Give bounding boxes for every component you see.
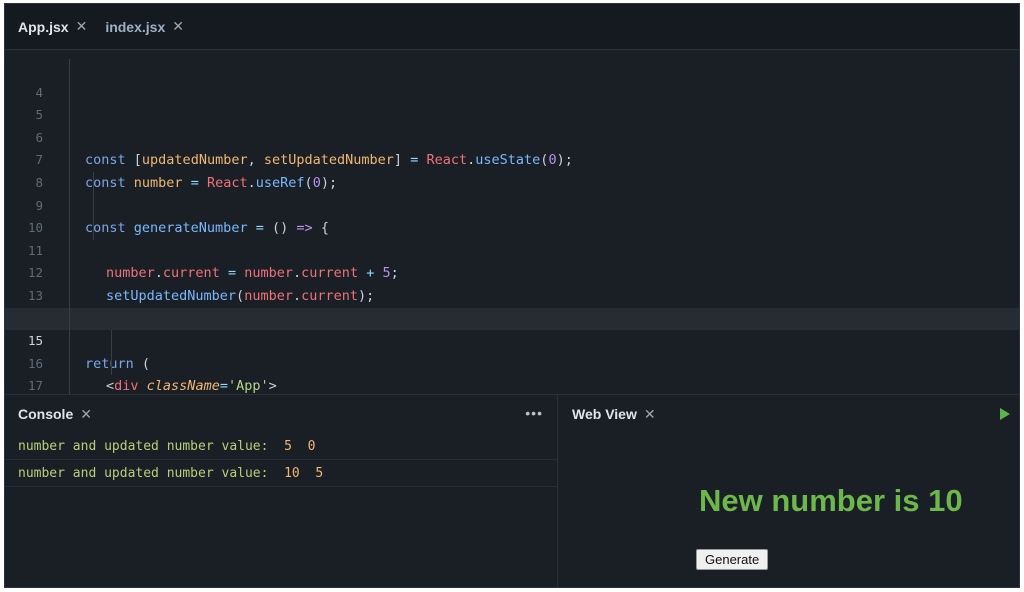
generate-button[interactable]: Generate xyxy=(696,549,769,570)
console-panel: Console ✕ ••• number and updated number … xyxy=(5,395,558,587)
tab-bar: App.jsx ✕ index.jsx ✕ xyxy=(5,4,1019,50)
more-options-icon[interactable]: ••• xyxy=(525,405,543,421)
indent-guide xyxy=(93,194,94,218)
ide-window: App.jsx ✕ index.jsx ✕ ─── ─── ─ ─ ─ ─ 4 … xyxy=(4,3,1020,588)
indent-guide xyxy=(69,194,70,218)
log-message: number and updated number value: xyxy=(18,439,277,454)
code-line[interactable]: 7 xyxy=(5,126,1019,167)
webview-content: New number is 10 Generate xyxy=(559,433,1019,587)
indent-guide xyxy=(69,104,70,127)
tab-app-jsx[interactable]: App.jsx ✕ xyxy=(18,18,87,35)
indent-guide xyxy=(93,217,94,240)
code-editor[interactable]: ─── ─── ─ ─ ─ ─ 4 5 const [updatedNumber… xyxy=(5,51,1019,394)
console-log-line: number and updated number value: 5 0 xyxy=(5,433,557,460)
code-line[interactable]: 14 return ( xyxy=(5,284,1019,372)
webview-panel: Web View ✕ New number is 10 Generate xyxy=(559,395,1019,587)
close-icon[interactable]: ✕ xyxy=(80,406,92,423)
code-line[interactable]: 16 <h1>New number is {updatedNumber}</h1… xyxy=(5,330,1019,371)
console-log-line: number and updated number value: 10 5 xyxy=(5,460,557,487)
code-line[interactable]: 12 } xyxy=(5,239,1019,327)
console-header: Console ✕ ••• xyxy=(5,395,557,433)
indent-guide xyxy=(69,239,70,263)
log-message: number and updated number value: xyxy=(18,466,277,481)
close-icon[interactable]: ✕ xyxy=(644,406,656,423)
partial-code-line: ─── ─── ─ ─ ─ ─ xyxy=(85,51,207,53)
code-line[interactable]: 18 </div> xyxy=(5,375,1019,394)
close-icon[interactable]: ✕ xyxy=(172,18,184,35)
webview-header: Web View ✕ xyxy=(559,395,1019,433)
code-line[interactable]: 13 xyxy=(5,262,1019,303)
tab-index-jsx[interactable]: index.jsx ✕ xyxy=(105,18,184,35)
indent-guide xyxy=(111,352,112,376)
console-title[interactable]: Console xyxy=(18,406,73,422)
indent-guide xyxy=(69,171,70,195)
code-line[interactable]: 17 <button onClick={()=> generateNumber(… xyxy=(5,352,1019,393)
indent-guide xyxy=(69,262,70,285)
code-line[interactable]: 5 const [updatedNumber, setUpdatedNumber… xyxy=(5,81,1019,168)
webview-title[interactable]: Web View xyxy=(572,406,637,422)
log-values: 10 5 xyxy=(276,466,324,481)
indent-guide xyxy=(69,330,70,353)
tab-label[interactable]: App.jsx xyxy=(18,19,69,35)
code-line-current[interactable]: 15 <div className='App'> xyxy=(5,307,1019,394)
indent-guide xyxy=(111,330,112,353)
code-line[interactable]: 4 xyxy=(5,59,1019,100)
webview-heading: New number is 10 xyxy=(699,483,963,518)
indent-guide xyxy=(69,375,70,394)
code-line[interactable]: 8 const generateNumber = () => { xyxy=(5,149,1019,236)
indent-guide xyxy=(69,284,70,308)
indent-guide xyxy=(69,126,70,150)
close-icon[interactable]: ✕ xyxy=(76,18,88,35)
indent-guide xyxy=(69,307,70,331)
code-line[interactable]: 9 number.current = number.current + 5; xyxy=(5,171,1019,281)
indent-guide xyxy=(69,352,70,376)
indent-guide xyxy=(69,81,70,105)
indent-guide xyxy=(93,171,94,195)
code-line[interactable]: 11 console.log("number and updated numbe… xyxy=(5,217,1019,327)
code-line[interactable]: 10 setUpdatedNumber(number.current); xyxy=(5,194,1019,304)
indent-guide xyxy=(69,217,70,240)
code-line[interactable]: 6 const number = React.useRef(0); xyxy=(5,104,1019,191)
play-icon[interactable] xyxy=(1000,408,1010,420)
indent-guide xyxy=(69,149,70,172)
tab-label[interactable]: index.jsx xyxy=(105,19,165,35)
indent-guide xyxy=(69,59,70,82)
bottom-panels: Console ✕ ••• number and updated number … xyxy=(5,394,1019,587)
log-values: 5 0 xyxy=(276,439,316,454)
